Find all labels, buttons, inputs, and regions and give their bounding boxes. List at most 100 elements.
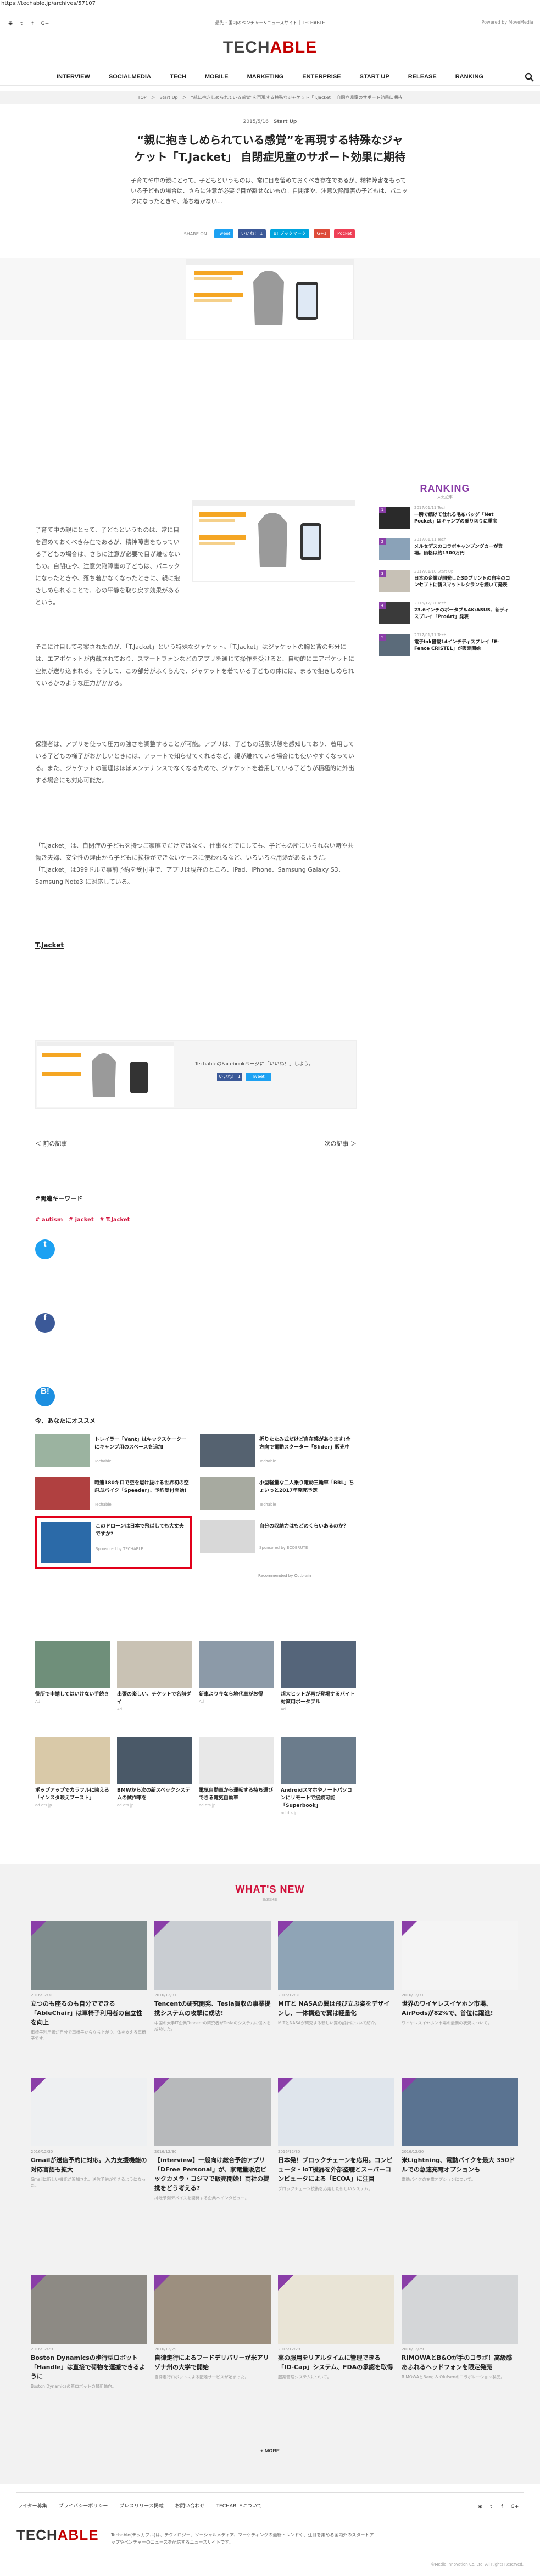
- nav-socialmedia[interactable]: SOCIALMEDIA: [109, 74, 151, 80]
- news-thumb[interactable]: [278, 1921, 394, 1990]
- ad-thumb[interactable]: [35, 1737, 110, 1784]
- facebook-share-circle-icon[interactable]: f: [35, 1313, 55, 1333]
- news-thumb[interactable]: [154, 2275, 271, 2344]
- news-title[interactable]: Boston Dynamicsの歩行型ロボット「Handle」は直接で荷物を運搬…: [31, 2353, 147, 2381]
- search-icon[interactable]: [525, 72, 535, 82]
- twitter-share-circle-icon[interactable]: t: [35, 1239, 55, 1259]
- news-title[interactable]: RIMOWAとB&Oが手のコラボ！高級感あふれるヘッドフォンを限定発売: [402, 2353, 518, 2372]
- news-title[interactable]: 立つのも座るのも自分でできる「AbleChair」は車椅子利用者の自立性を向上: [31, 1999, 147, 2027]
- ad-item[interactable]: 出張の楽しい、チケットで名前ダイ Ad: [117, 1641, 192, 1729]
- news-title[interactable]: Tencentの研究開発、Tesla買収の事業提携システムの攻撃に成功!: [154, 1999, 271, 2018]
- facebook-icon[interactable]: f: [498, 2503, 506, 2511]
- source-link[interactable]: T.Jacket: [35, 941, 64, 949]
- pocket-button[interactable]: Pocket: [334, 229, 355, 238]
- recommend-item[interactable]: 小型軽量な二人乗り電動三輪車「BRL」ちょいっと2017年発売予定 Techabl…: [200, 1477, 357, 1513]
- recommend-title[interactable]: 自分の収納力はもどのくらいあるのか？: [259, 1523, 355, 1530]
- google-plus-button[interactable]: G+1: [313, 229, 330, 238]
- breadcrumb[interactable]: TOP ＞ Start Up ＞ “親に抱きしめられている感覚”を再現する特殊な…: [0, 91, 540, 104]
- nav-enterprise[interactable]: ENTERPRISE: [302, 74, 341, 80]
- nav-interview[interactable]: INTERVIEW: [57, 74, 90, 80]
- ranking-item[interactable]: 4 2016/12/31 Tech 23.6インチのポータブル4K/ASUS、新ディ…: [379, 601, 511, 630]
- ad-thumb[interactable]: [281, 1737, 356, 1784]
- news-card[interactable]: 2016/12/31 Tencentの研究開発、Tesla買収の事業提携システムの…: [154, 1921, 271, 2032]
- nav-marketing[interactable]: MARKETING: [247, 74, 284, 80]
- hatena-share-circle-icon[interactable]: B!: [35, 1387, 55, 1406]
- footer-link[interactable]: プライバシーポリシー: [59, 2504, 108, 2509]
- footer-link[interactable]: プレスリリース掲載: [119, 2504, 164, 2509]
- ad-title[interactable]: Androidスマホやノートパソコンにリモートで接続可能「Superbook」: [281, 1787, 356, 1810]
- ranking-title[interactable]: 電子Ink搭載14インチディスプレイ「E-Fence CRISTEL」が販売開始: [414, 639, 511, 652]
- ranking-title[interactable]: 一瞬で続けて仕れる毛布バッグ「Net Pocket」はキャンプの乗り切りに重宝: [414, 512, 511, 525]
- recommend-item[interactable]: 時速180キロで空を駆け抜ける世界初の空飛ぶバイク「Speeder」、予約受付開…: [35, 1477, 192, 1513]
- nav-mobile[interactable]: MOBILE: [205, 74, 229, 80]
- news-title[interactable]: 【interview】一般向け総合予約アプリ「DFree Personal」が、…: [154, 2156, 271, 2193]
- site-logo[interactable]: TECHABLE: [0, 38, 540, 57]
- ad-item[interactable]: ポップアップでカラフルに映える「インスタ映えブースト」 ad.dts.jp: [35, 1737, 110, 1825]
- ad-item[interactable]: 新車より今なら地代車がお得 Ad: [199, 1641, 274, 1729]
- news-card[interactable]: 2016/12/29 RIMOWAとB&Oが手のコラボ！高級感あふれるヘッドフォン…: [402, 2275, 518, 2380]
- next-article-link[interactable]: 次の記事 ＞: [325, 1139, 357, 1148]
- news-title[interactable]: 自律走行によるフードデリバリーが米アリゾナ州の大学で開始: [154, 2353, 271, 2372]
- facebook-like-button[interactable]: いいね！ 1: [237, 229, 266, 238]
- ad-thumb[interactable]: [35, 1641, 110, 1688]
- news-card[interactable]: 2016/12/30 【interview】一般向け総合予約アプリ「DFree P…: [154, 2078, 271, 2201]
- recommend-title[interactable]: トレイラー「Vant」はキックスケーターにキャンプ用のスペースを追加: [94, 1436, 191, 1451]
- news-thumb[interactable]: [154, 2078, 271, 2146]
- news-thumb[interactable]: [154, 1921, 271, 1990]
- recommend-item[interactable]: トレイラー「Vant」はキックスケーターにキャンプ用のスペースを追加 Techab…: [35, 1434, 192, 1470]
- ranking-title[interactable]: 23.6インチのポータブル4K/ASUS、新ディスプレイ「ProArt」発表: [414, 607, 511, 620]
- news-card[interactable]: 2016/12/30 日本発！ブロックチェーンを応用。コンピュータ・IoT機器を外…: [278, 2078, 394, 2192]
- news-thumb[interactable]: [31, 2078, 147, 2146]
- news-title[interactable]: 米Lightning、電動バイクを最大 350ドルでの急速充電オプションも: [402, 2156, 518, 2174]
- footer-logo[interactable]: TECHABLE: [16, 2527, 99, 2544]
- ad-title[interactable]: 電気自動車から運転する持ち運びできる電気自動車: [199, 1787, 274, 1802]
- tag-link[interactable]: # jacket: [69, 1217, 94, 1223]
- news-card[interactable]: 2016/12/30 Gmailが送信予約に対応。入力支援機能の対応言語も拡大 Gm…: [31, 2078, 147, 2188]
- news-card[interactable]: 2016/12/31 MITと NASAの翼は飛び立ぶ姿をデザインし、一体構造で翼…: [278, 1921, 394, 2026]
- recommend-title[interactable]: 小型軽量な二人乗り電動三輪車「BRL」ちょいっと2017年発売予定: [259, 1479, 355, 1495]
- ad-title[interactable]: 出張の楽しい、チケットで名前ダイ: [117, 1691, 192, 1706]
- recommend-title[interactable]: 折りたたみ式だけど自在感があります!全方向で電動スクーター「Slider」販売中: [259, 1436, 355, 1451]
- google-plus-icon[interactable]: G+: [509, 2503, 520, 2511]
- ad-title[interactable]: ポップアップでカラフルに映える「インスタ映えブースト」: [35, 1787, 110, 1802]
- ad-thumb[interactable]: [199, 1641, 274, 1688]
- news-card[interactable]: 2016/12/31 世界のワイヤレスイヤホン市場、AirPodsが82%で、首位…: [402, 1921, 518, 2026]
- ad-item[interactable]: 電気自動車から運転する持ち運びできる電気自動車 ad.dts.jp: [199, 1737, 274, 1825]
- tag-link[interactable]: # T.Jacket: [99, 1217, 130, 1223]
- footer-link[interactable]: ライター募集: [18, 2504, 47, 2509]
- ranking-item[interactable]: 5 2017/01/11 Tech 電子Ink搭載14インチディスプレイ「E-Fen…: [379, 633, 511, 661]
- news-title[interactable]: MITと NASAの翼は飛び立ぶ姿をデザインし、一体構造で翼は軽量化: [278, 1999, 394, 2018]
- ranking-title[interactable]: 日本の企業が開発した3Dプリントの自宅のコンセプトに新スマットレクランを続いて発…: [414, 575, 511, 588]
- recommend-thumb[interactable]: [35, 1477, 90, 1510]
- ad-thumb[interactable]: [199, 1737, 274, 1784]
- recommend-item-sponsored[interactable]: 自分の収納力はもどのくらいあるのか？ Sponsored by ECOBRUTE: [200, 1520, 357, 1557]
- nav-tech[interactable]: TECH: [170, 74, 186, 80]
- news-card[interactable]: 2016/12/29 薬の服用をリアルタイムに管理できる「ID-Cap」システム、…: [278, 2275, 394, 2380]
- tweet-button[interactable]: Tweet: [214, 229, 234, 238]
- footer-link[interactable]: TECHABLEについて: [216, 2504, 262, 2509]
- network-label[interactable]: Powered by MoveMedia: [482, 20, 533, 25]
- recommend-title[interactable]: このドローンは日本で飛ばしても大丈夫ですか?: [96, 1523, 188, 1538]
- outbrain-credit[interactable]: Recommended by Outbrain: [258, 1574, 311, 1578]
- ranking-item[interactable]: 1 2017/01/11 Tech 一瞬で続けて仕れる毛布バッグ「Net Pocke…: [379, 506, 511, 534]
- ad-title[interactable]: BMWから次の新スペックシステムの試作車を: [117, 1787, 192, 1802]
- recommend-thumb[interactable]: [41, 1522, 91, 1563]
- news-title[interactable]: 薬の服用をリアルタイムに管理できる「ID-Cap」システム、FDAの承認を取得: [278, 2353, 394, 2372]
- nav-ranking[interactable]: RANKING: [455, 74, 483, 80]
- ad-item[interactable]: Androidスマホやノートパソコンにリモートで接続可能「Superbook」 a…: [281, 1737, 356, 1825]
- news-thumb[interactable]: [278, 2275, 394, 2344]
- news-card[interactable]: 2016/12/30 米Lightning、電動バイクを最大 350ドルでの急速充…: [402, 2078, 518, 2182]
- news-title[interactable]: 日本発！ブロックチェーンを応用。コンピュータ・IoT機器を外部盗聴とスーパーコン…: [278, 2156, 394, 2184]
- footer-link[interactable]: お問い合わせ: [175, 2504, 205, 2509]
- recommend-thumb[interactable]: [35, 1434, 90, 1467]
- news-thumb[interactable]: [402, 1921, 518, 1990]
- rss-icon[interactable]: ◉: [476, 2503, 484, 2511]
- recommend-thumb[interactable]: [200, 1477, 255, 1510]
- recommend-thumb[interactable]: [200, 1520, 255, 1553]
- ranking-item[interactable]: 3 2017/01/10 Start Up 日本の企業が開発した3Dプリントの自宅の…: [379, 569, 511, 598]
- more-button[interactable]: + MORE: [0, 2448, 540, 2454]
- ranking-title[interactable]: メルセデスのコラボキャンプングカーが登場。価格は約1300万円: [414, 543, 511, 557]
- ad-thumb[interactable]: [281, 1641, 356, 1688]
- tag-link[interactable]: # autism: [35, 1217, 63, 1223]
- news-thumb[interactable]: [31, 2275, 147, 2344]
